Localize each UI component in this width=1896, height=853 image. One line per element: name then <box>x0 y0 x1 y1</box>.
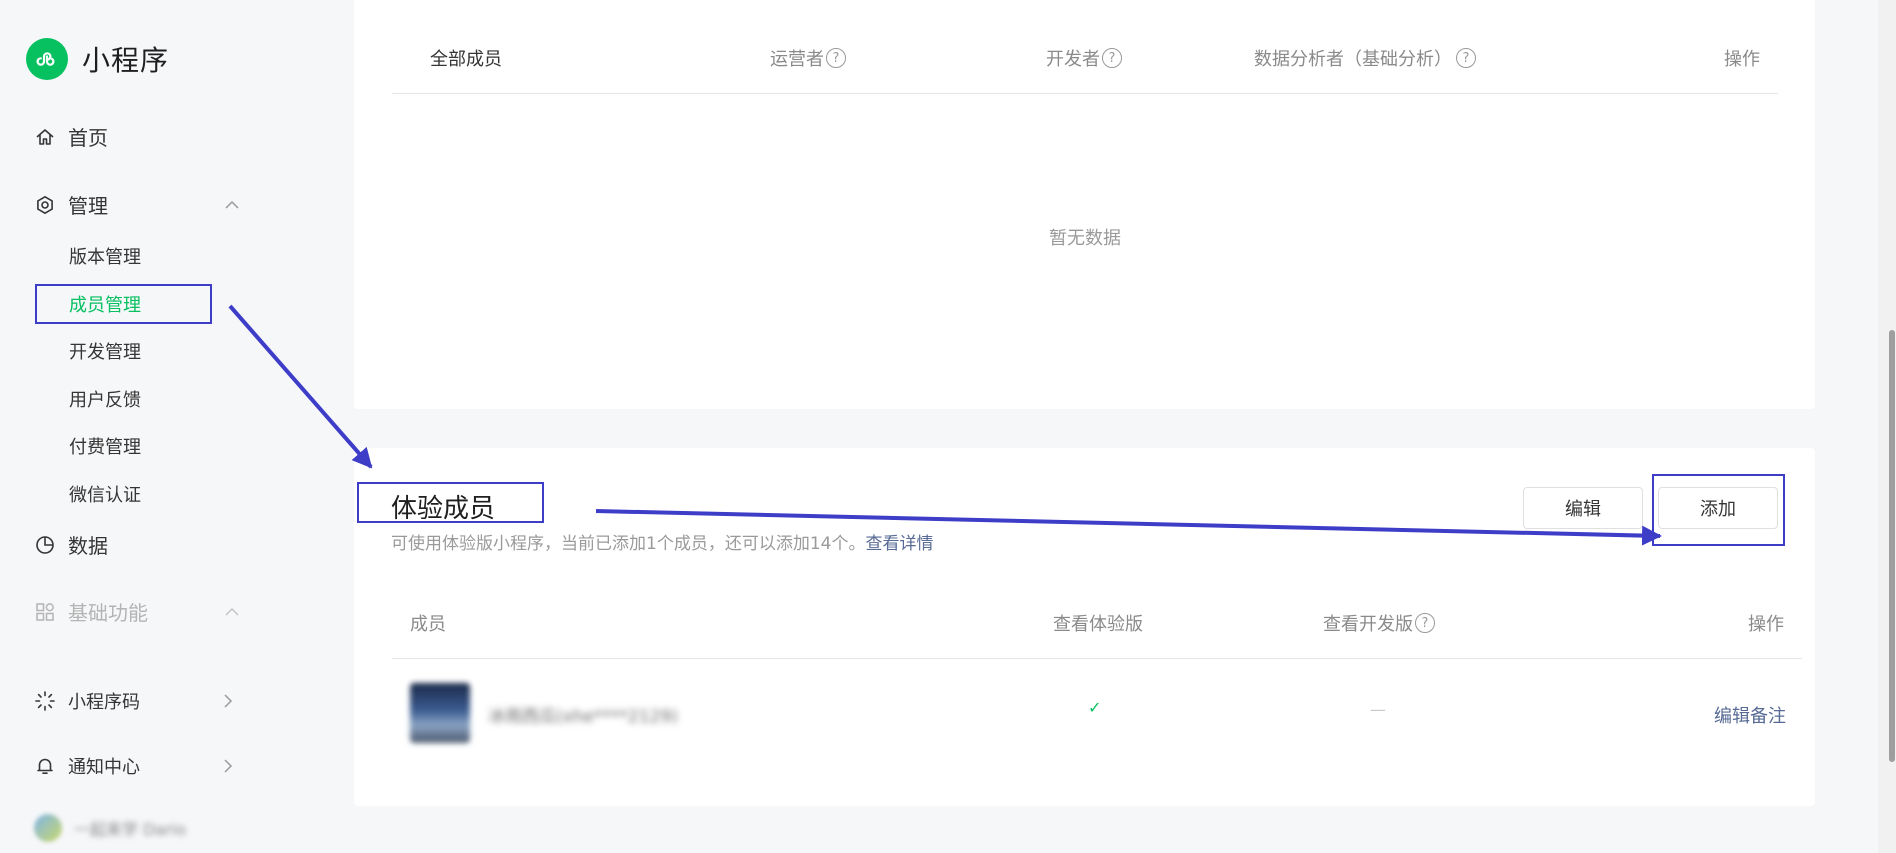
nav-qrcode-label: 小程序码 <box>68 692 140 713</box>
table-header-divider <box>392 658 1802 659</box>
view-details-link[interactable]: 查看详情 <box>865 534 933 554</box>
edit-button[interactable]: 编辑 <box>1523 487 1643 529</box>
chevron-up-icon[interactable] <box>224 604 240 620</box>
sidebar: 小程序 首页 管理 版本管理 成员管理 开发管理 用户反馈 付费管理 微信认证 … <box>0 0 340 853</box>
nav-home[interactable]: 首页 <box>34 122 108 151</box>
th-data-analyst: 数据分析者（基础分析） ? <box>1254 45 1476 71</box>
gear-icon <box>34 194 56 216</box>
th-view-trial: 查看体验版 <box>1053 614 1143 635</box>
th-view-dev: 查看开发版 ? <box>1323 610 1435 636</box>
th-all-members[interactable]: 全部成员 <box>430 45 502 71</box>
help-icon[interactable]: ? <box>826 48 846 68</box>
bell-icon <box>34 755 56 777</box>
app-title: 小程序 <box>82 44 170 77</box>
nav-basic-features[interactable]: 基础功能 <box>34 597 239 626</box>
annotation-box-add-button <box>1652 474 1785 546</box>
sidebar-item-payment[interactable]: 付费管理 <box>69 433 141 459</box>
scrollbar-thumb[interactable] <box>1889 330 1895 762</box>
chevron-up-icon[interactable] <box>224 197 240 213</box>
table-header-divider <box>392 93 1778 94</box>
nav-notifications-label: 通知中心 <box>68 757 140 778</box>
avatar <box>410 683 470 743</box>
section-description-text: 可使用体验版小程序，当前已添加1个成员，还可以添加14个。 <box>391 534 866 554</box>
apps-grid-icon <box>34 601 56 623</box>
help-icon[interactable]: ? <box>1102 48 1122 68</box>
nav-basic-features-label: 基础功能 <box>68 601 148 625</box>
qrcode-icon <box>34 690 56 712</box>
sidebar-item-dev[interactable]: 开发管理 <box>69 338 141 364</box>
nav-manage-label: 管理 <box>68 194 108 218</box>
th-operator-label: 运营者 <box>770 49 824 70</box>
member-name: 冰雨西瓜(xhe****2129) <box>488 707 678 727</box>
empty-state: 暂无数据 <box>1049 228 1121 249</box>
user-name: 一起来学 Dario <box>74 820 187 839</box>
th-member: 成员 <box>410 614 446 635</box>
mini-program-logo-icon <box>26 38 68 80</box>
th-developer-label: 开发者 <box>1046 49 1100 70</box>
nav-data-label: 数据 <box>68 534 108 558</box>
nav-data[interactable]: 数据 <box>34 530 108 559</box>
edit-note-link[interactable]: 编辑备注 <box>1714 702 1786 728</box>
sidebar-item-wechat-auth[interactable]: 微信认证 <box>69 481 141 507</box>
annotation-box-members-menu <box>35 284 212 324</box>
nav-qrcode[interactable]: 小程序码 <box>34 688 233 714</box>
avatar <box>34 814 62 842</box>
th-action: 操作 <box>1724 49 1760 70</box>
nav-home-label: 首页 <box>68 126 108 150</box>
pie-chart-icon <box>34 534 56 556</box>
sidebar-item-feedback[interactable]: 用户反馈 <box>69 386 141 412</box>
chevron-right-icon <box>220 758 236 774</box>
th-operator: 运营者 ? <box>770 45 846 71</box>
nav-manage[interactable]: 管理 <box>34 190 239 219</box>
section-description: 可使用体验版小程序，当前已添加1个成员，还可以添加14个。查看详情 <box>391 529 933 554</box>
dash-icon: — <box>1370 700 1386 719</box>
th-developer: 开发者 ? <box>1046 45 1122 71</box>
help-icon[interactable]: ? <box>1415 613 1435 633</box>
sidebar-item-version[interactable]: 版本管理 <box>69 243 141 269</box>
nav-notifications[interactable]: 通知中心 <box>34 753 233 779</box>
annotation-box-trial-title <box>357 482 544 523</box>
home-icon <box>34 126 56 148</box>
help-icon[interactable]: ? <box>1456 48 1476 68</box>
chevron-right-icon <box>220 693 236 709</box>
th-view-dev-label: 查看开发版 <box>1323 614 1413 635</box>
th-data-analyst-label: 数据分析者（基础分析） <box>1254 49 1452 70</box>
user-account[interactable]: 一起来学 Dario <box>34 814 186 842</box>
th-action: 操作 <box>1748 614 1784 635</box>
brand: 小程序 <box>26 38 169 80</box>
check-icon: ✓ <box>1088 698 1102 717</box>
